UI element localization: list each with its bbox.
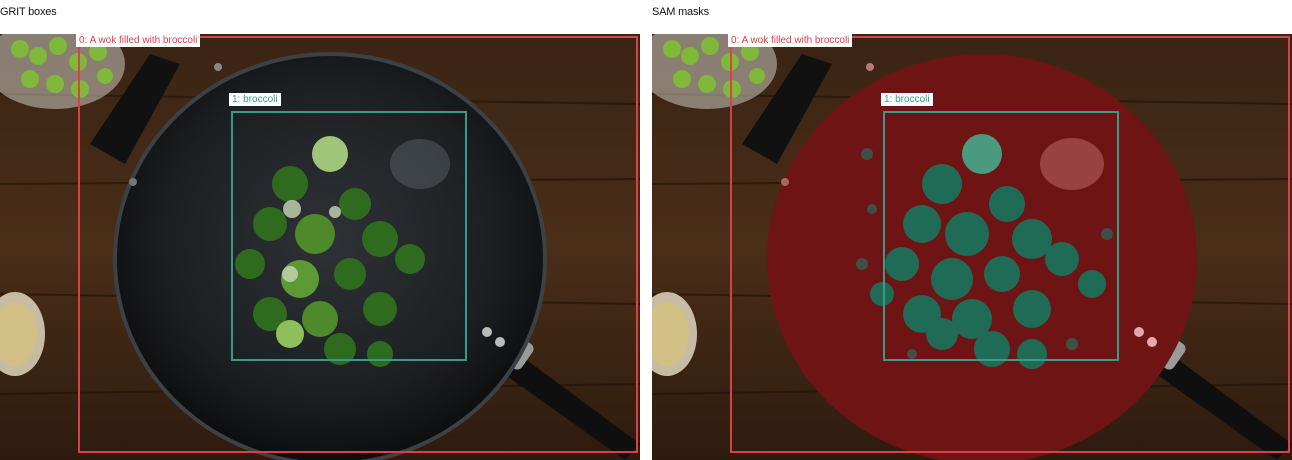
annotation-label-0: 0: A wok filled with broccoli bbox=[76, 34, 201, 47]
sam-masks-panel: SAM masks 0: A wok filled with broccoli … bbox=[652, 0, 1292, 460]
annotation-label-1: 1: broccoli bbox=[229, 93, 281, 106]
panel-title-sam: SAM masks bbox=[652, 6, 709, 18]
annotation-box-1-sam bbox=[883, 111, 1119, 361]
annotation-label-1-sam: 1: broccoli bbox=[881, 93, 933, 106]
annotation-label-0-sam: 0: A wok filled with broccoli bbox=[728, 34, 853, 47]
grit-image: 0: A wok filled with broccoli 1: broccol… bbox=[0, 34, 640, 460]
grit-boxes-panel: GRIT boxes 0: A wok filled with broccoli… bbox=[0, 0, 640, 460]
annotation-box-1 bbox=[231, 111, 467, 361]
panel-title-grit: GRIT boxes bbox=[0, 6, 57, 18]
sam-image: 0: A wok filled with broccoli 1: broccol… bbox=[652, 34, 1292, 460]
